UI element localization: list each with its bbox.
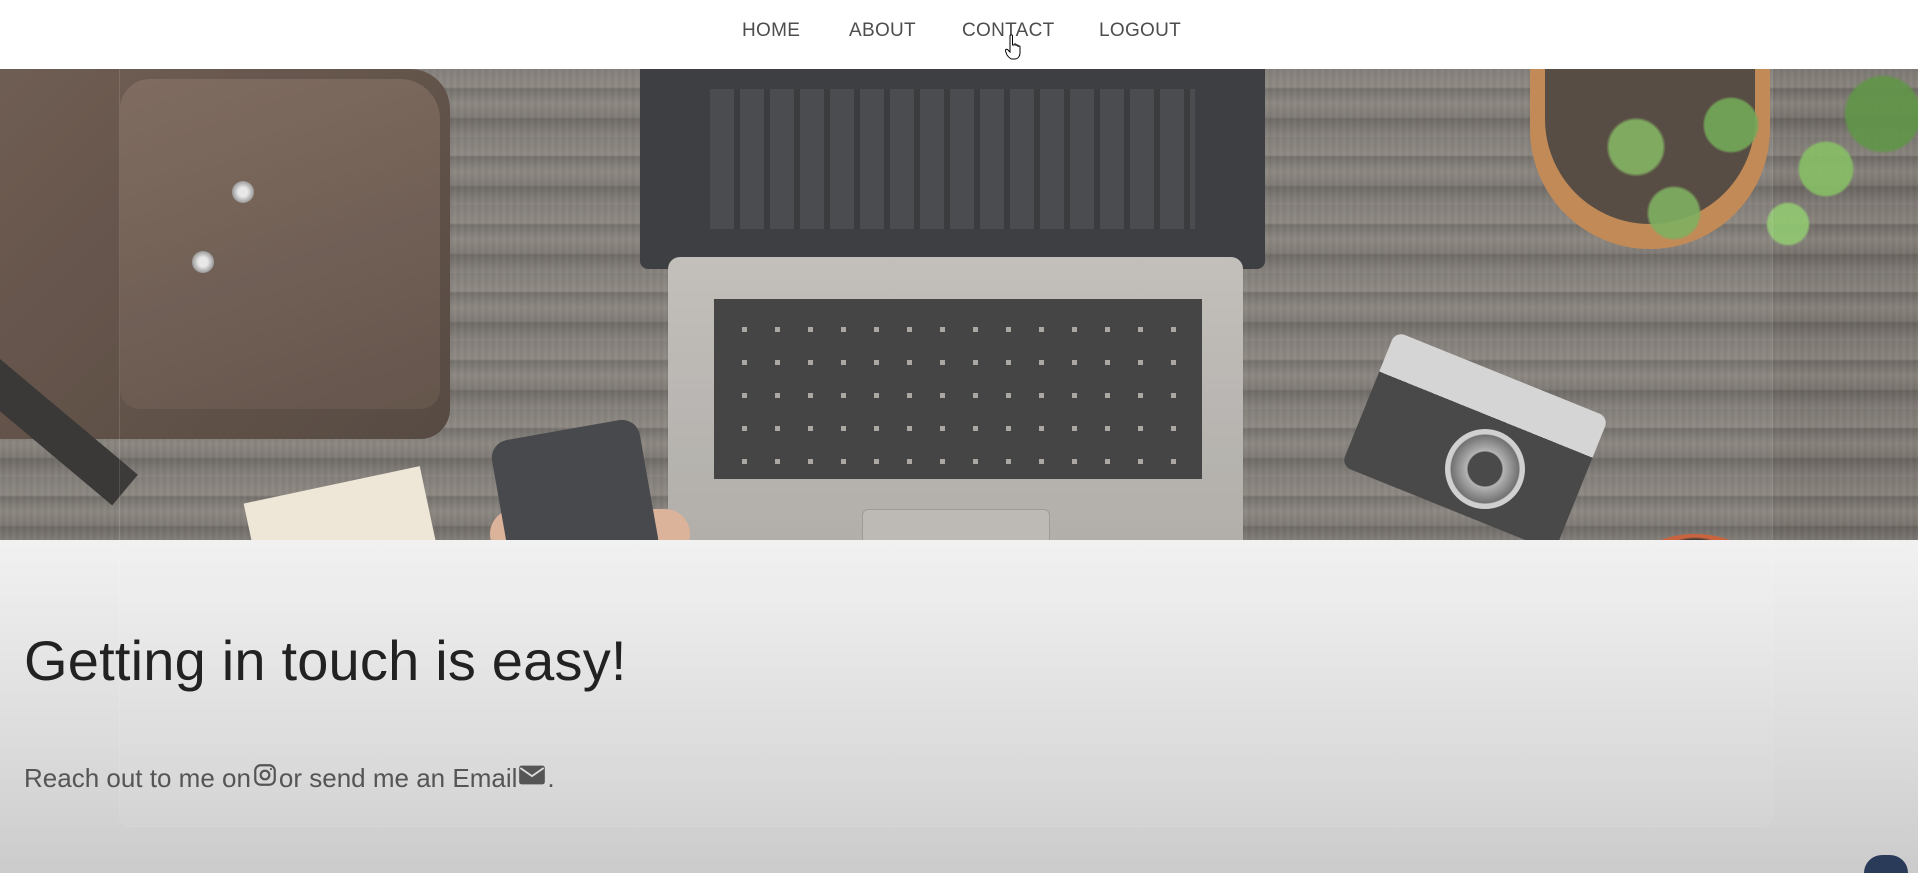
- instagram-icon[interactable]: [252, 762, 278, 795]
- contact-suffix-text: .: [547, 763, 555, 793]
- top-navbar: HOME ABOUT CONTACT LOGOUT: [0, 0, 1918, 69]
- contact-prefix-text: Reach out to me on: [24, 763, 251, 793]
- email-icon[interactable]: [518, 763, 546, 794]
- hero-image: [0, 69, 1918, 540]
- hero-overlay: [0, 69, 1918, 540]
- page-headline: Getting in touch is easy!: [24, 629, 627, 692]
- hand-cursor-icon: [1005, 34, 1021, 60]
- nav-about-link[interactable]: ABOUT: [849, 20, 916, 42]
- contact-line: Reach out to me on or send me an Email .: [24, 762, 555, 795]
- nav-home-link[interactable]: HOME: [742, 20, 800, 42]
- contact-middle-text: or send me an Email: [278, 763, 518, 793]
- left-shade: [0, 69, 120, 540]
- nav-logout-link[interactable]: LOGOUT: [1099, 20, 1181, 42]
